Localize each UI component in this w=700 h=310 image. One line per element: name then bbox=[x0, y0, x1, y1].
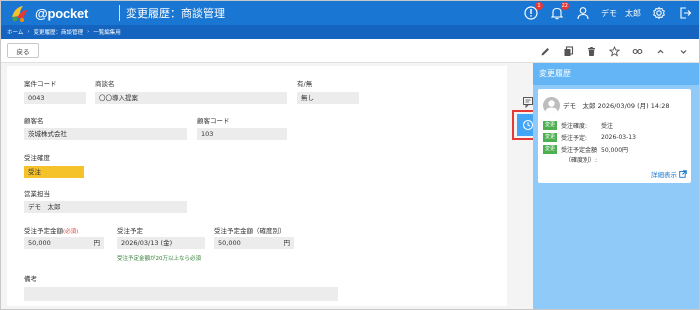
deal-name-field[interactable]: 〇〇導入提案 bbox=[95, 92, 287, 104]
app-logo[interactable]: @pocket bbox=[9, 3, 88, 23]
copy-icon[interactable] bbox=[563, 45, 574, 57]
change-value: 受注 bbox=[601, 122, 614, 130]
trash-icon[interactable] bbox=[586, 46, 597, 57]
change-badge: 変更 bbox=[543, 144, 558, 154]
chevron-up-icon[interactable] bbox=[655, 46, 666, 57]
star-icon[interactable] bbox=[609, 45, 620, 57]
yen-unit: 円 bbox=[283, 239, 291, 247]
history-entry: デモ 太郎 2026/03/09 (月) 14:28 変更 受注確度: 受注 変… bbox=[538, 89, 691, 183]
existence-label: 有/無 bbox=[297, 80, 313, 88]
user-icon[interactable] bbox=[575, 5, 591, 21]
record-form: 案件コード 0043 商談名 〇〇導入提案 有/無 無し 顧客名 茨城株式会社 … bbox=[7, 66, 542, 306]
order-date-field[interactable]: 2026/03/13 (金) bbox=[117, 237, 205, 249]
case-code-field[interactable]: 0043 bbox=[24, 92, 86, 104]
deal-name-label: 商談名 bbox=[95, 80, 115, 88]
customer-code-label: 顧客コード bbox=[197, 117, 230, 125]
notification-badge: 1 bbox=[535, 2, 543, 10]
order-amount-field[interactable]: 50,000 円 bbox=[24, 237, 104, 249]
app-header: @pocket 変更履歴：商談管理 1 22 デモ 太郎 bbox=[1, 1, 699, 25]
detail-link-label: 詳細表示 bbox=[651, 171, 677, 179]
order-amount-label: 受注予定金額(必須) bbox=[24, 225, 78, 235]
amount-hint: 受注予定金額が20万以上なら必須 bbox=[117, 256, 201, 262]
order-date-label: 受注予定 bbox=[117, 227, 143, 235]
change-field: 受注予定金額 bbox=[561, 146, 598, 154]
change-value: 50,000円 bbox=[601, 146, 629, 154]
back-button[interactable]: 戻る bbox=[7, 43, 39, 58]
pencil-icon[interactable] bbox=[540, 46, 551, 57]
weighted-amount-value: 50,000 bbox=[218, 239, 241, 247]
change-row: 変更 受注確度: 受注 bbox=[543, 120, 613, 130]
header-actions: 1 22 デモ 太郎 bbox=[523, 1, 693, 25]
change-row-sub: （確度別）: bbox=[565, 156, 598, 164]
customer-name-field[interactable]: 茨城株式会社 bbox=[24, 128, 187, 140]
page-title: 変更履歴：商談管理 bbox=[126, 7, 225, 20]
header-divider bbox=[119, 5, 120, 21]
logo-text: @pocket bbox=[35, 5, 89, 21]
customer-code-field[interactable]: 103 bbox=[197, 128, 287, 140]
accuracy-field[interactable]: 受注 bbox=[24, 166, 84, 178]
change-field: 受注予定: bbox=[561, 134, 588, 142]
change-badge: 変更 bbox=[543, 132, 558, 142]
remarks-label: 備考 bbox=[24, 275, 37, 283]
main-content: 案件コード 0043 商談名 〇〇導入提案 有/無 無し 顧客名 茨城株式会社 … bbox=[1, 63, 542, 309]
sales-rep-label: 営業担当 bbox=[24, 190, 50, 198]
avatar bbox=[543, 97, 560, 114]
case-code-label: 案件コード bbox=[24, 80, 57, 88]
toolbar-actions bbox=[540, 39, 689, 63]
breadcrumb-current: 一覧編集用 bbox=[93, 30, 121, 36]
existence-field[interactable]: 無し bbox=[297, 92, 359, 104]
notification-badge: 22 bbox=[560, 2, 569, 10]
gear-icon[interactable] bbox=[651, 5, 667, 21]
logo-icon bbox=[9, 3, 31, 23]
order-amount-value: 50,000 bbox=[28, 239, 51, 247]
change-badge: 変更 bbox=[543, 120, 558, 130]
accuracy-label: 受注確度 bbox=[24, 154, 50, 162]
change-field: 受注確度: bbox=[561, 122, 588, 130]
info-icon[interactable]: 1 bbox=[523, 2, 543, 21]
weighted-amount-field[interactable]: 50,000 円 bbox=[214, 237, 294, 249]
weighted-amount-label: 受注予定金額（確度別） bbox=[214, 227, 286, 235]
customer-name-label: 顧客名 bbox=[24, 117, 44, 125]
detail-link[interactable]: 詳細表示 bbox=[651, 169, 687, 179]
bell-icon[interactable]: 22 bbox=[549, 2, 569, 21]
external-link-icon bbox=[679, 170, 687, 178]
remarks-field[interactable] bbox=[24, 287, 338, 301]
change-value: 2026-03-13 bbox=[601, 133, 636, 141]
toolbar: 戻る bbox=[1, 39, 699, 63]
order-amount-label-text: 受注予定金額 bbox=[24, 227, 63, 235]
user-name[interactable]: デモ 太郎 bbox=[601, 8, 641, 19]
chevron-down-icon[interactable] bbox=[678, 46, 689, 57]
link-icon[interactable] bbox=[632, 46, 643, 57]
history-panel: 変更履歴 デモ 太郎 2026/03/09 (月) 14:28 変更 受注確度:… bbox=[533, 63, 699, 309]
change-row: 変更 受注予定金額 50,000円 bbox=[543, 144, 628, 154]
breadcrumb-history[interactable]: 変更履歴：商談管理 bbox=[34, 28, 84, 36]
breadcrumb-separator: › bbox=[87, 29, 90, 35]
history-user-date: デモ 太郎 2026/03/09 (月) 14:28 bbox=[563, 102, 670, 110]
breadcrumb-home[interactable]: ホーム bbox=[7, 28, 23, 36]
yen-unit: 円 bbox=[93, 239, 101, 247]
logout-icon[interactable] bbox=[677, 5, 693, 21]
breadcrumb: ホーム › 変更履歴：商談管理 › 一覧編集用 bbox=[1, 25, 699, 39]
required-mark: (必須) bbox=[63, 229, 79, 235]
history-panel-title: 変更履歴 bbox=[533, 63, 699, 85]
breadcrumb-separator: › bbox=[27, 29, 30, 35]
sales-rep-field[interactable]: デモ 太郎 bbox=[24, 201, 187, 213]
change-row: 変更 受注予定: 2026-03-13 bbox=[543, 132, 636, 142]
